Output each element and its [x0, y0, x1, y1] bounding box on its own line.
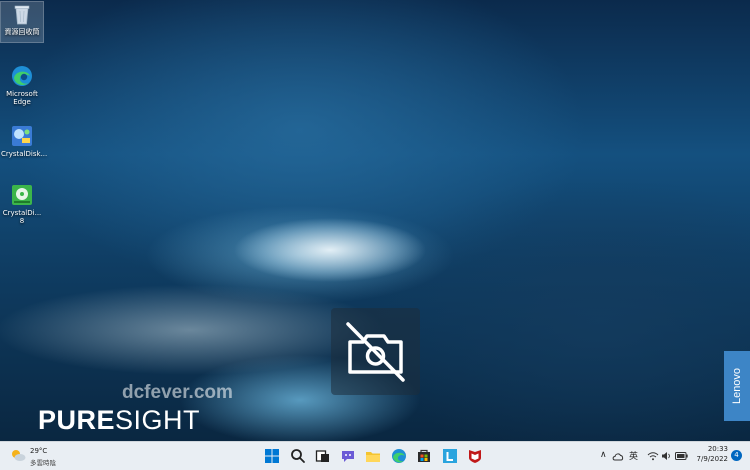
crystaldiskinfo-icon — [10, 124, 34, 148]
edge-icon — [392, 449, 406, 463]
search-button[interactable] — [289, 447, 307, 465]
windows-start-icon — [265, 449, 279, 463]
recycle-bin-icon — [10, 2, 34, 26]
notification-count: 4 — [734, 451, 739, 459]
watermark-text: dcfever.com — [122, 382, 233, 403]
desktop-icon-label: CrystalDi... 8 — [2, 209, 42, 225]
mcafee-button[interactable] — [466, 447, 484, 465]
desktop-wallpaper: 資源回收筒 Microsoft Edge CrystalDisk... Crys… — [0, 0, 750, 441]
store-button[interactable] — [415, 447, 433, 465]
clock[interactable]: 20:33 7/9/2022 — [690, 445, 728, 463]
weather-desc: 多雲時陰 — [30, 459, 56, 467]
desktop-icon-recycle-bin[interactable]: 資源回收筒 — [0, 1, 44, 43]
ime-indicator[interactable]: 英 — [629, 449, 638, 462]
desktop-icon-edge[interactable]: Microsoft Edge — [1, 64, 43, 106]
desktop-icon-label: 資源回收筒 — [4, 28, 40, 36]
tray-overflow-chevron-icon[interactable]: ∧ — [600, 450, 607, 460]
lenovo-badge-text: Lenovo — [731, 367, 743, 405]
desktop-icon-crystaldiskinfo[interactable]: CrystalDisk... — [1, 124, 48, 158]
puresight-logo: PURESIGHT — [38, 405, 200, 436]
search-icon — [291, 449, 305, 463]
mcafee-icon — [469, 450, 481, 463]
start-button[interactable] — [263, 447, 281, 465]
store-icon — [418, 449, 430, 462]
camera-off-icon — [346, 322, 405, 382]
weather-widget[interactable]: 29°C 多雲時陰 — [0, 442, 80, 470]
weather-partly-cloudy-icon — [12, 450, 26, 461]
weather-temp: 29°C — [30, 447, 48, 455]
desktop-icon-crystaldiskmark[interactable]: CrystalDi... 8 — [1, 183, 43, 225]
edge-icon — [10, 64, 34, 88]
lenovo-vantage-button[interactable] — [441, 447, 459, 465]
taskbar: 29°C 多雲時陰 ∧ 英 20:33 7/9/2022 4 — [0, 441, 750, 470]
task-view-icon — [315, 450, 329, 462]
clock-time: 20:33 — [707, 445, 728, 453]
wifi-icon[interactable] — [647, 451, 659, 461]
file-explorer-icon — [366, 452, 380, 462]
chat-icon — [342, 451, 354, 462]
puresight-logo-pure: PURE — [38, 405, 116, 435]
camera-privacy-overlay — [331, 308, 420, 395]
onedrive-cloud-icon[interactable] — [612, 451, 624, 461]
lenovo-badge: Lenovo — [724, 351, 750, 421]
desktop-icon-label: CrystalDisk... — [1, 150, 48, 158]
puresight-logo-sight: SIGHT — [115, 405, 201, 435]
battery-icon[interactable] — [675, 452, 688, 460]
file-explorer-button[interactable] — [364, 447, 382, 465]
volume-icon[interactable] — [661, 451, 672, 461]
desktop-icon-label: Microsoft Edge — [6, 90, 38, 106]
crystaldiskmark-icon — [10, 183, 34, 207]
notification-badge[interactable]: 4 — [731, 450, 742, 461]
chat-button[interactable] — [339, 447, 357, 465]
lenovo-l-icon — [443, 449, 457, 463]
clock-date: 7/9/2022 — [696, 455, 728, 463]
task-view-button[interactable] — [314, 447, 332, 465]
edge-taskbar-button[interactable] — [390, 447, 408, 465]
